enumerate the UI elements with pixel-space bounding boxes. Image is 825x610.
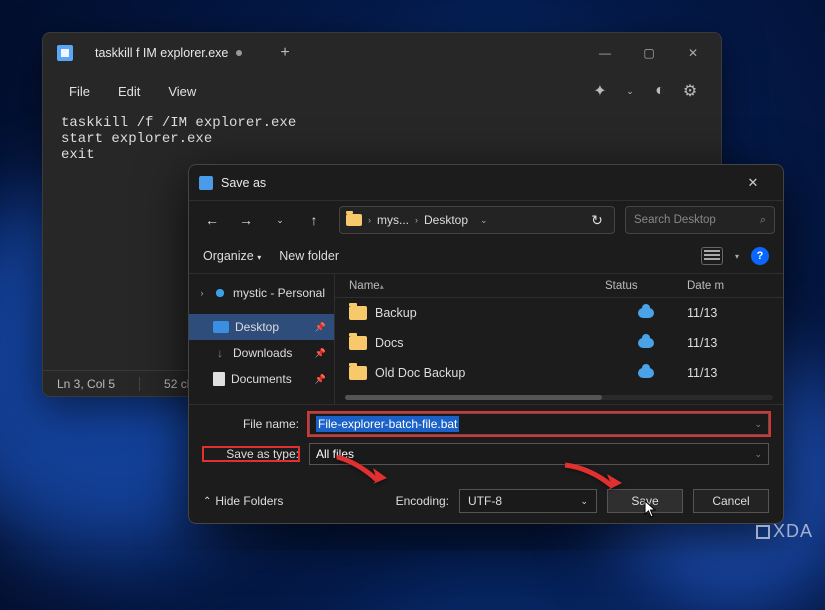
breadcrumb[interactable]: › mys... › Desktop ⌄ ↻: [339, 206, 615, 234]
save-fields: File name: File-explorer-batch-file.bat …: [189, 405, 783, 479]
col-date[interactable]: Date m: [687, 280, 783, 292]
watermark-icon: [756, 525, 770, 539]
table-row[interactable]: Old Doc Backup 11/13: [335, 358, 783, 388]
notepad-app-icon: [57, 45, 73, 61]
col-name[interactable]: Name: [349, 280, 380, 292]
notepad-tab[interactable]: taskkill f IM explorer.exe: [81, 33, 256, 73]
nav-back-button[interactable]: ←: [197, 206, 227, 234]
dialog-close-button[interactable]: ✕: [733, 169, 773, 197]
refresh-button[interactable]: ↻: [586, 206, 608, 234]
col-status[interactable]: Status: [605, 280, 687, 292]
notepad-icon: [199, 176, 213, 190]
sidebar-item-desktop[interactable]: Desktop 📌: [189, 314, 334, 340]
folder-icon: [349, 366, 367, 380]
folder-icon: [346, 214, 362, 226]
filename-label: File name:: [203, 417, 299, 431]
sidebar-item-onedrive[interactable]: › mystic - Personal: [189, 280, 334, 306]
menu-view[interactable]: View: [156, 78, 208, 105]
saveastype-value: All files: [316, 447, 354, 461]
new-folder-button[interactable]: New folder: [279, 249, 339, 263]
horizontal-scrollbar[interactable]: [345, 395, 773, 400]
crumb-segment-2[interactable]: Desktop: [424, 213, 468, 227]
chevron-down-icon[interactable]: ⌄: [754, 419, 762, 430]
chevron-down-icon[interactable]: ⌄: [580, 496, 588, 507]
nav-up-button[interactable]: ↑: [299, 206, 329, 234]
settings-gear-icon[interactable]: ⚙: [681, 82, 699, 100]
cancel-button[interactable]: Cancel: [693, 489, 769, 513]
sort-indicator-icon: ▴: [380, 282, 384, 291]
documents-icon: [213, 372, 225, 386]
nav-forward-button[interactable]: →: [231, 206, 261, 234]
filename-input[interactable]: File-explorer-batch-file.bat ⌄: [309, 413, 769, 435]
chevron-down-icon[interactable]: ⌄: [621, 82, 639, 100]
saveastype-select[interactable]: All files ⌄: [309, 443, 769, 465]
account-icon[interactable]: ◐: [651, 82, 669, 100]
table-row[interactable]: Docs 11/13: [335, 328, 783, 358]
cursor-position: Ln 3, Col 5: [57, 377, 115, 391]
minimize-button[interactable]: —: [583, 36, 627, 70]
organize-button[interactable]: Organize ▾: [203, 249, 261, 263]
maximize-button[interactable]: ▢: [627, 36, 671, 70]
folder-icon: [349, 306, 367, 320]
close-button[interactable]: ✕: [671, 36, 715, 70]
dialog-toolbar: Organize ▾ New folder ▾ ?: [189, 239, 783, 273]
hide-folders-button[interactable]: ⌃ Hide Folders: [203, 494, 283, 508]
pin-icon: 📌: [315, 348, 326, 359]
search-icon: ⌕: [760, 214, 766, 227]
notepad-titlebar[interactable]: taskkill f IM explorer.exe + — ▢ ✕: [43, 33, 721, 73]
dialog-footer: ⌃ Hide Folders Encoding: UTF-8 ⌄ Save Ca…: [189, 479, 783, 523]
notepad-menubar: File Edit View ✦ ⌄ ◐ ⚙: [43, 73, 721, 109]
cloud-status-icon: [638, 338, 654, 348]
onedrive-icon: [213, 286, 227, 300]
save-as-dialog: Save as ✕ ← → ⌄ ↑ › mys... › Desktop ⌄ ↻…: [188, 164, 784, 524]
chevron-down-icon[interactable]: ⌄: [754, 449, 762, 460]
watermark: XDA: [756, 521, 813, 542]
crumb-segment-1[interactable]: mys...: [377, 213, 409, 227]
tab-title: taskkill f IM explorer.exe: [95, 46, 228, 60]
sidebar-item-downloads[interactable]: ↓ Downloads 📌: [189, 340, 334, 366]
expand-icon[interactable]: ›: [197, 288, 207, 298]
cloud-status-icon: [638, 308, 654, 318]
view-mode-button[interactable]: [701, 247, 723, 265]
desktop-icon: [213, 321, 229, 333]
table-row[interactable]: Backup 11/13: [335, 298, 783, 328]
encoding-label: Encoding:: [396, 494, 449, 508]
search-input[interactable]: Search Desktop ⌕: [625, 206, 775, 234]
menu-edit[interactable]: Edit: [106, 78, 152, 105]
menu-file[interactable]: File: [57, 78, 102, 105]
chevron-up-icon: ⌃: [203, 496, 211, 507]
view-dropdown-icon[interactable]: ▾: [735, 252, 739, 261]
help-button[interactable]: ?: [751, 247, 769, 265]
search-placeholder: Search Desktop: [634, 214, 716, 226]
nav-bar: ← → ⌄ ↑ › mys... › Desktop ⌄ ↻ Search De…: [189, 201, 783, 239]
sidebar: › mystic - Personal Desktop 📌 ↓ Download…: [189, 274, 335, 404]
mouse-cursor-icon: [644, 500, 658, 518]
dialog-title: Save as: [221, 176, 266, 190]
pin-icon: 📌: [315, 322, 326, 333]
encoding-select[interactable]: UTF-8 ⌄: [459, 489, 597, 513]
nav-recent-button[interactable]: ⌄: [265, 206, 295, 234]
folder-icon: [349, 336, 367, 350]
pin-icon: 📌: [315, 374, 326, 385]
ai-sparkle-icon[interactable]: ✦: [591, 82, 609, 100]
new-tab-button[interactable]: +: [272, 40, 297, 66]
column-headers[interactable]: Name▴ Status Date m: [335, 274, 783, 298]
file-list-panel: Name▴ Status Date m Backup 11/13 Docs 11…: [335, 274, 783, 404]
downloads-icon: ↓: [213, 346, 227, 360]
crumb-dropdown-icon[interactable]: ⌄: [480, 215, 488, 226]
sidebar-item-documents[interactable]: Documents 📌: [189, 366, 334, 392]
filename-value: File-explorer-batch-file.bat: [316, 416, 459, 432]
dialog-titlebar[interactable]: Save as ✕: [189, 165, 783, 201]
saveastype-label: Save as type:: [203, 447, 299, 461]
unsaved-indicator-icon: [236, 50, 242, 56]
file-rows: Backup 11/13 Docs 11/13 Old Doc Backup 1…: [335, 298, 783, 393]
cloud-status-icon: [638, 368, 654, 378]
